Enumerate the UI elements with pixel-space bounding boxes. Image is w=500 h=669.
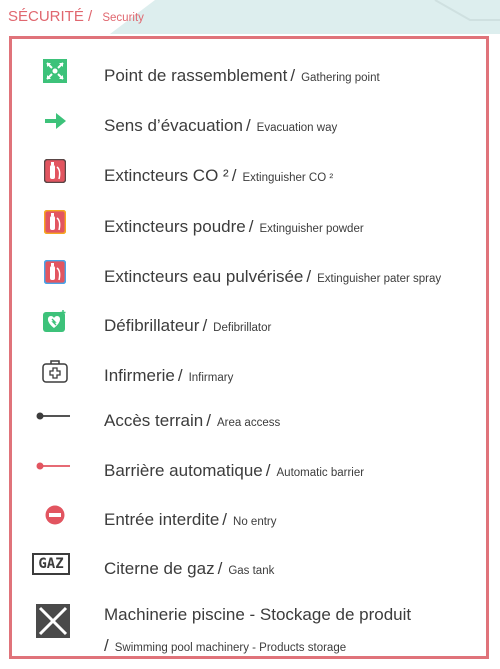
legend-item-water: Extincteurs eau pulvérisée / Extinguisher … <box>12 257 486 297</box>
legend-label: Extincteurs CO ² / Extinguisher CO ² <box>104 166 334 185</box>
legend-label: Défibrillateur / Defibrillator <box>104 316 272 335</box>
legend-item-pool-machinery: Machinerie piscine - Stockage de produit… <box>12 599 486 655</box>
title-fr: SÉCURITÉ / <box>8 8 93 25</box>
legend-item-no-entry: Entrée interdite / No entry <box>12 500 486 540</box>
gas-tank-icon: GAZ <box>28 549 74 579</box>
legend-item-infirmary: Infirmerie / Infirmary <box>12 356 486 396</box>
header: SÉCURITÉ / Security <box>0 0 500 34</box>
gas-badge: GAZ <box>32 553 70 575</box>
no-entry-icon <box>40 500 70 530</box>
crossed-box-icon <box>36 604 70 638</box>
first-aid-kit-icon <box>40 356 70 386</box>
legend-label: Citerne de gaz / Gas tank <box>104 559 275 578</box>
page-title: SÉCURITÉ / Security <box>8 8 144 25</box>
legend-item-gathering-point: Point de rassemblement / Gathering point <box>12 56 486 96</box>
title-en: Security <box>102 12 144 24</box>
area-access-icon <box>36 401 70 431</box>
legend-item-barrier: Barrière automatique / Automatic barrier <box>12 451 486 491</box>
extinguisher-water-icon <box>40 257 70 287</box>
legend-label: Machinerie piscine - Stockage de produit <box>104 605 412 624</box>
extinguisher-co2-icon <box>40 156 70 186</box>
legend-label: Entrée interdite / No entry <box>104 510 277 529</box>
arrow-right-icon <box>40 106 70 136</box>
legend-label: Sens d’évacuation / Evacuation way <box>104 116 338 135</box>
legend-item-defibrillator: Défibrillateur / Defibrillator <box>12 306 486 346</box>
legend-label-en: / Swimming pool machinery - Products stor… <box>104 636 347 655</box>
legend-item-co2: Extincteurs CO ² / Extinguisher CO ² <box>12 156 486 196</box>
legend-label: Extincteurs poudre / Extinguisher powder <box>104 217 364 236</box>
barrier-icon <box>36 451 70 481</box>
defibrillator-icon <box>40 306 70 336</box>
legend-label: Point de rassemblement / Gathering point <box>104 66 380 85</box>
legend-label: Barrière automatique / Automatic barrier <box>104 461 365 480</box>
gathering-point-icon <box>40 56 70 86</box>
legend-frame: Point de rassemblement / Gathering point S… <box>9 36 489 659</box>
legend-label: Accès terrain / Area access <box>104 411 281 430</box>
legend-item-evacuation: Sens d’évacuation / Evacuation way <box>12 106 486 146</box>
legend-label: Infirmerie / Infirmary <box>104 366 234 385</box>
legend-item-area-access: Accès terrain / Area access <box>12 401 486 441</box>
extinguisher-powder-icon <box>40 207 70 237</box>
legend-item-gas-tank: GAZ Citerne de gaz / Gas tank <box>12 549 486 589</box>
legend-item-powder: Extincteurs poudre / Extinguisher powder <box>12 207 486 247</box>
legend-label: Extincteurs eau pulvérisée / Extinguisher … <box>104 267 442 286</box>
